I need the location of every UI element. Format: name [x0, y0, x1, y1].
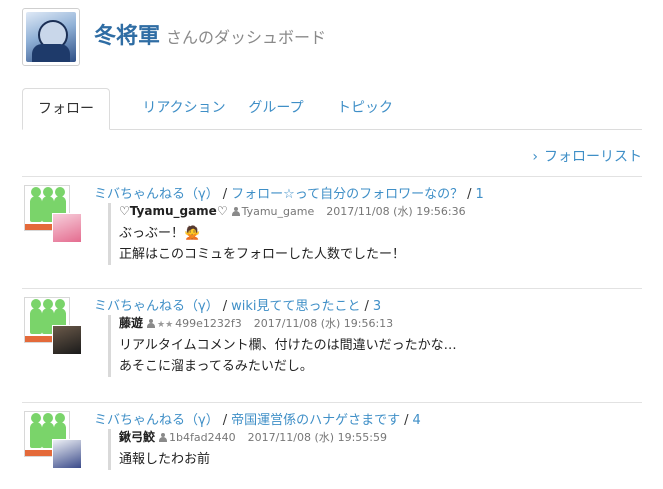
reply-count-link[interactable]: 1 [476, 187, 484, 202]
page-title: 冬将軍 さんのダッシュボード [94, 18, 326, 50]
avatar-stack [24, 185, 82, 245]
post-header: ミバちゃんねる（γ） / フォロー☆って自分のフォロワーなの？/1 [94, 183, 484, 202]
post-author[interactable]: ♡Tyamu_game♡ [119, 204, 228, 218]
post-meta: 藤遊 ★★ 499e1232f3 2017/11/08 (水) 19:56:13 [119, 315, 639, 331]
separator: / [467, 187, 472, 202]
follow-list-label: フォローリスト [544, 149, 642, 165]
author-id: 1b4fad2440 [169, 431, 236, 444]
post-meta: ♡Tyamu_game♡ Tyamu_game 2017/11/08 (水) 19:… [119, 203, 639, 219]
post-text: リアルタイムコメント欄、付けたのは間違いだったかな… あそこに溜まってるみたいだ… [119, 335, 639, 377]
post-timestamp: 2017/11/08 (水) 19:56:13 [253, 317, 394, 330]
user-avatar[interactable] [52, 213, 82, 243]
author-id: 499e1232f3 [175, 317, 242, 330]
post-header: ミバちゃんねる（γ） / 帝国運営係のハナゲさまです/4 [94, 409, 421, 428]
person-icon [147, 319, 156, 328]
author-id: Tyamu_game [241, 205, 315, 218]
post-body: ♡Tyamu_game♡ Tyamu_game 2017/11/08 (水) 19:… [108, 203, 639, 265]
separator: / [222, 299, 228, 314]
post-line: ぶっぶー！🙅 [119, 226, 201, 241]
tab-follow[interactable]: フォロー [22, 88, 110, 130]
person-icon [231, 207, 240, 216]
user-name[interactable]: 冬将軍 [94, 24, 160, 49]
post-author[interactable]: 鍬弓鮫 [119, 430, 155, 444]
title-suffix: さんのダッシュボード [166, 28, 327, 47]
tab-topic[interactable]: トピック [327, 88, 403, 128]
tab-bar: フォロー リアクション グループ トピック [22, 88, 642, 130]
post-line: あそこに溜まってるみたいだし。 [119, 359, 313, 374]
community-link[interactable]: ミバちゃんねる（γ） [94, 413, 219, 428]
user-avatar[interactable] [52, 325, 82, 355]
separator: / [404, 413, 409, 428]
post-timestamp: 2017/11/08 (水) 19:55:59 [247, 431, 387, 444]
post-line: 正解はこのコミュをフォローした人数でしたー！ [119, 247, 406, 262]
rank-stars-icon: ★★ [157, 320, 174, 330]
tab-group[interactable]: グループ [238, 88, 314, 128]
separator: / [222, 413, 228, 428]
post-text: ぶっぶー！🙅 正解はこのコミュをフォローした人数でしたー！ [119, 223, 639, 265]
follow-list-link[interactable]: › フォローリスト [532, 146, 642, 166]
post-body: 藤遊 ★★ 499e1232f3 2017/11/08 (水) 19:56:13 リア… [108, 315, 639, 377]
avatar-stack [24, 411, 82, 471]
person-icon [159, 433, 168, 442]
post-line: 通報したわお前 [119, 452, 211, 467]
topic-link[interactable]: wiki見てて思ったこと [231, 299, 360, 314]
post-timestamp: 2017/11/08 (水) 19:56:36 [326, 205, 466, 218]
reply-count-link[interactable]: 4 [413, 413, 421, 428]
tab-reaction[interactable]: リアクション [120, 88, 248, 128]
separator: / [364, 299, 369, 314]
topic-link[interactable]: フォロー☆って自分のフォロワーなの？ [231, 187, 463, 202]
post-body: 鍬弓鮫 1b4fad2440 2017/11/08 (水) 19:55:59 通報し… [108, 429, 639, 470]
user-avatar[interactable] [52, 439, 82, 469]
feed-item: ミバちゃんねる（γ） / 帝国運営係のハナゲさまです/4 鍬弓鮫 1b4fad2440… [22, 403, 642, 489]
post-header: ミバちゃんねる（γ） / wiki見てて思ったこと/3 [94, 295, 381, 314]
post-author[interactable]: 藤遊 [119, 316, 143, 330]
profile-avatar[interactable] [22, 8, 80, 66]
feed-item: ミバちゃんねる（γ） / フォロー☆って自分のフォロワーなの？/1 ♡Tyamu_g… [22, 177, 642, 287]
reply-count-link[interactable]: 3 [373, 299, 381, 314]
avatar-stack [24, 297, 82, 357]
post-text: 通報したわお前 [119, 449, 639, 470]
topic-link[interactable]: 帝国運営係のハナゲさまです [231, 413, 400, 428]
feed-item: ミバちゃんねる（γ） / wiki見てて思ったこと/3 藤遊 ★★ 499e1232f3… [22, 289, 642, 401]
post-line: リアルタイムコメント欄、付けたのは間違いだったかな… [119, 338, 457, 353]
community-link[interactable]: ミバちゃんねる（γ） [94, 299, 219, 314]
post-meta: 鍬弓鮫 1b4fad2440 2017/11/08 (水) 19:55:59 [119, 429, 639, 445]
chevron-right-icon: › [532, 149, 538, 165]
dashboard-header: 冬将軍 さんのダッシュボード [22, 8, 642, 68]
community-link[interactable]: ミバちゃんねる（γ） [94, 187, 219, 202]
separator: / [222, 187, 228, 202]
